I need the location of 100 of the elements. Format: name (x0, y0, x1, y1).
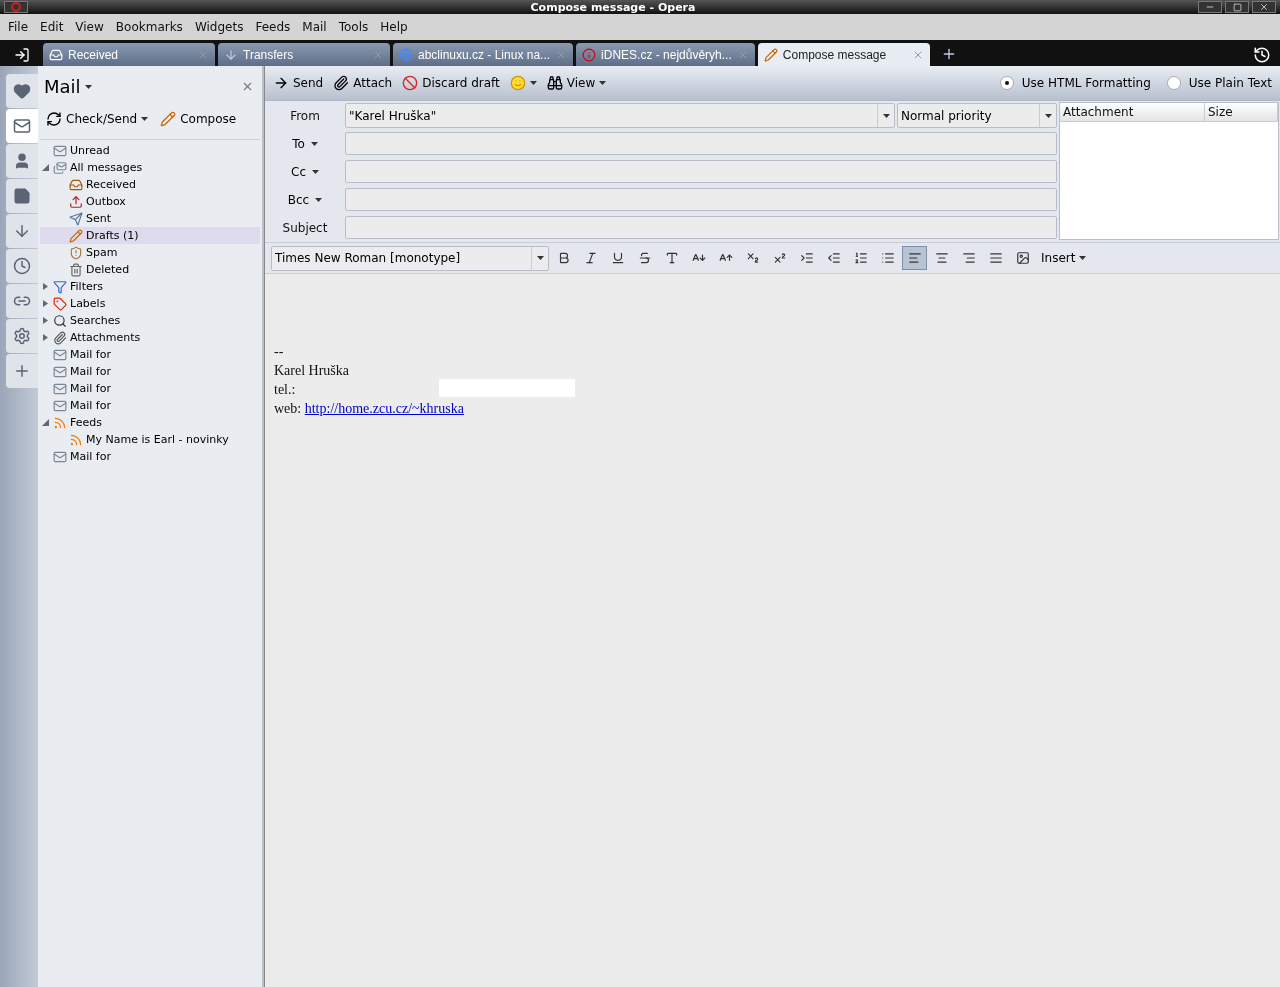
column-header[interactable]: Attachment (1060, 103, 1205, 121)
folder-item[interactable]: Received (40, 176, 260, 193)
link[interactable]: http://home.zcu.cz/~khruska (304, 401, 464, 416)
format-radio[interactable]: Use HTML Formatting (999, 76, 1151, 90)
format-radio[interactable]: Use Plain Text (1166, 76, 1272, 90)
note-button[interactable] (6, 179, 38, 213)
input-field[interactable] (345, 216, 1057, 239)
align-left-button[interactable] (902, 246, 927, 270)
smiley-button[interactable] (509, 75, 537, 91)
menu-item[interactable]: Help (374, 20, 414, 34)
panel-title[interactable]: Mail (44, 76, 92, 97)
down-arrow-button[interactable] (6, 214, 38, 248)
input-field[interactable] (345, 132, 1057, 155)
message-body[interactable]: -- Karel Hruška tel.: web: http://home.zcu.cz/~khruska (265, 274, 1280, 987)
arrow-icon (273, 75, 289, 91)
menu-item[interactable]: Mail (296, 20, 333, 34)
caret-icon (312, 169, 319, 174)
menu-item[interactable]: Feeds (249, 20, 297, 34)
folder-item[interactable]: Drafts (1) (40, 227, 260, 244)
field-label-button[interactable]: To (265, 136, 345, 151)
ring-icon (11, 2, 21, 12)
clock-icon (13, 257, 31, 275)
folder-item[interactable]: Deleted (40, 261, 260, 278)
expanded-arrow-icon[interactable] (42, 419, 49, 426)
rss-icon (53, 415, 67, 430)
field-label-button[interactable]: Bcc (265, 192, 345, 207)
caret-icon (536, 256, 544, 260)
menu-item[interactable]: Bookmarks (109, 20, 189, 34)
envelope-icon (53, 449, 67, 464)
folder-item[interactable]: Mail for (40, 380, 260, 397)
radio-icon[interactable] (1166, 76, 1181, 90)
browser-tab[interactable]: Transfers (218, 43, 390, 66)
image-icon (1015, 251, 1030, 265)
menu-item[interactable]: Widgets (188, 20, 250, 34)
folder-item[interactable]: Filters (40, 278, 260, 295)
font-select[interactable]: Times New Roman [monotype] (271, 245, 549, 271)
menu-item[interactable]: File (2, 20, 35, 34)
collapsed-arrow-icon[interactable] (42, 300, 49, 307)
check-send-button[interactable]: Check/Send (46, 111, 149, 127)
shield-icon (69, 245, 83, 260)
column-header[interactable]: Size (1205, 103, 1278, 121)
menu-item[interactable]: Edit (34, 20, 70, 34)
link-button[interactable] (6, 284, 38, 318)
close-button[interactable] (1252, 1, 1276, 13)
discard-button[interactable]: Discard draft (402, 75, 500, 91)
browser-tab[interactable]: Compose message (757, 43, 930, 66)
person-button[interactable] (6, 144, 38, 178)
folder-item[interactable]: Mail for (40, 363, 260, 380)
input-field[interactable] (345, 188, 1057, 211)
folder-item[interactable]: Mail for (40, 397, 260, 414)
priority-select[interactable]: Normal priority (897, 103, 1057, 128)
folder-item[interactable]: Unread (40, 142, 260, 159)
clock-button[interactable] (6, 249, 38, 283)
compose-button[interactable]: Compose (160, 111, 237, 127)
folder-item[interactable]: Outbox (40, 193, 260, 210)
settings-icon (13, 327, 31, 345)
caret-icon (1044, 113, 1052, 118)
envelope-icon (53, 347, 67, 362)
heart-button[interactable] (6, 74, 38, 108)
collapsed-arrow-icon[interactable] (42, 317, 49, 324)
pencil-icon (69, 228, 83, 243)
clip-button[interactable]: Attach (333, 75, 393, 91)
browser-tab[interactable]: iDNES.cz - nejdůvěryh... (576, 43, 755, 66)
collapsed-arrow-icon[interactable] (42, 283, 49, 290)
folder-item[interactable]: Attachments (40, 329, 260, 346)
envelope-button[interactable] (6, 109, 38, 143)
plus-button[interactable] (6, 354, 38, 388)
settings-button[interactable] (6, 319, 38, 353)
indent-icon (799, 251, 814, 265)
radio-icon[interactable] (999, 76, 1014, 90)
view-button[interactable]: View (546, 75, 607, 91)
expanded-arrow-icon[interactable] (42, 164, 49, 171)
maximize-button[interactable] (1225, 1, 1249, 13)
close-icon[interactable] (241, 80, 254, 93)
folder-item[interactable]: All messages (40, 159, 260, 176)
align-center-icon (934, 251, 949, 265)
from-select[interactable]: "Karel Hruška" (345, 103, 895, 128)
folder-item[interactable]: Mail for (40, 346, 260, 363)
field-label-button[interactable]: Cc (265, 164, 345, 179)
rss-icon (69, 432, 83, 447)
folder-item[interactable]: Mail for (40, 448, 260, 465)
opera-menu-button[interactable] (4, 1, 28, 13)
insert-button[interactable]: Insert (1041, 251, 1087, 265)
send-button[interactable]: Send (273, 75, 324, 91)
caret-icon (1079, 256, 1087, 260)
browser-tab[interactable]: abclinuxu.cz - Linux na... (393, 43, 574, 66)
folder-item[interactable]: My Name is Earl - novinky (40, 431, 260, 448)
folder-item[interactable]: Sent (40, 210, 260, 227)
subscript-icon (745, 251, 760, 265)
minimize-button[interactable] (1198, 1, 1222, 13)
folder-item[interactable]: Labels (40, 295, 260, 312)
collapsed-arrow-icon[interactable] (42, 334, 49, 341)
folder-item[interactable]: Searches (40, 312, 260, 329)
folder-item[interactable]: Feeds (40, 414, 260, 431)
menu-item[interactable]: View (69, 20, 110, 34)
menu-item[interactable]: Tools (332, 20, 375, 34)
folder-item[interactable]: Spam (40, 244, 260, 261)
envelope-icon (53, 398, 67, 413)
input-field[interactable] (345, 160, 1057, 183)
browser-tab[interactable]: Received (43, 43, 215, 66)
